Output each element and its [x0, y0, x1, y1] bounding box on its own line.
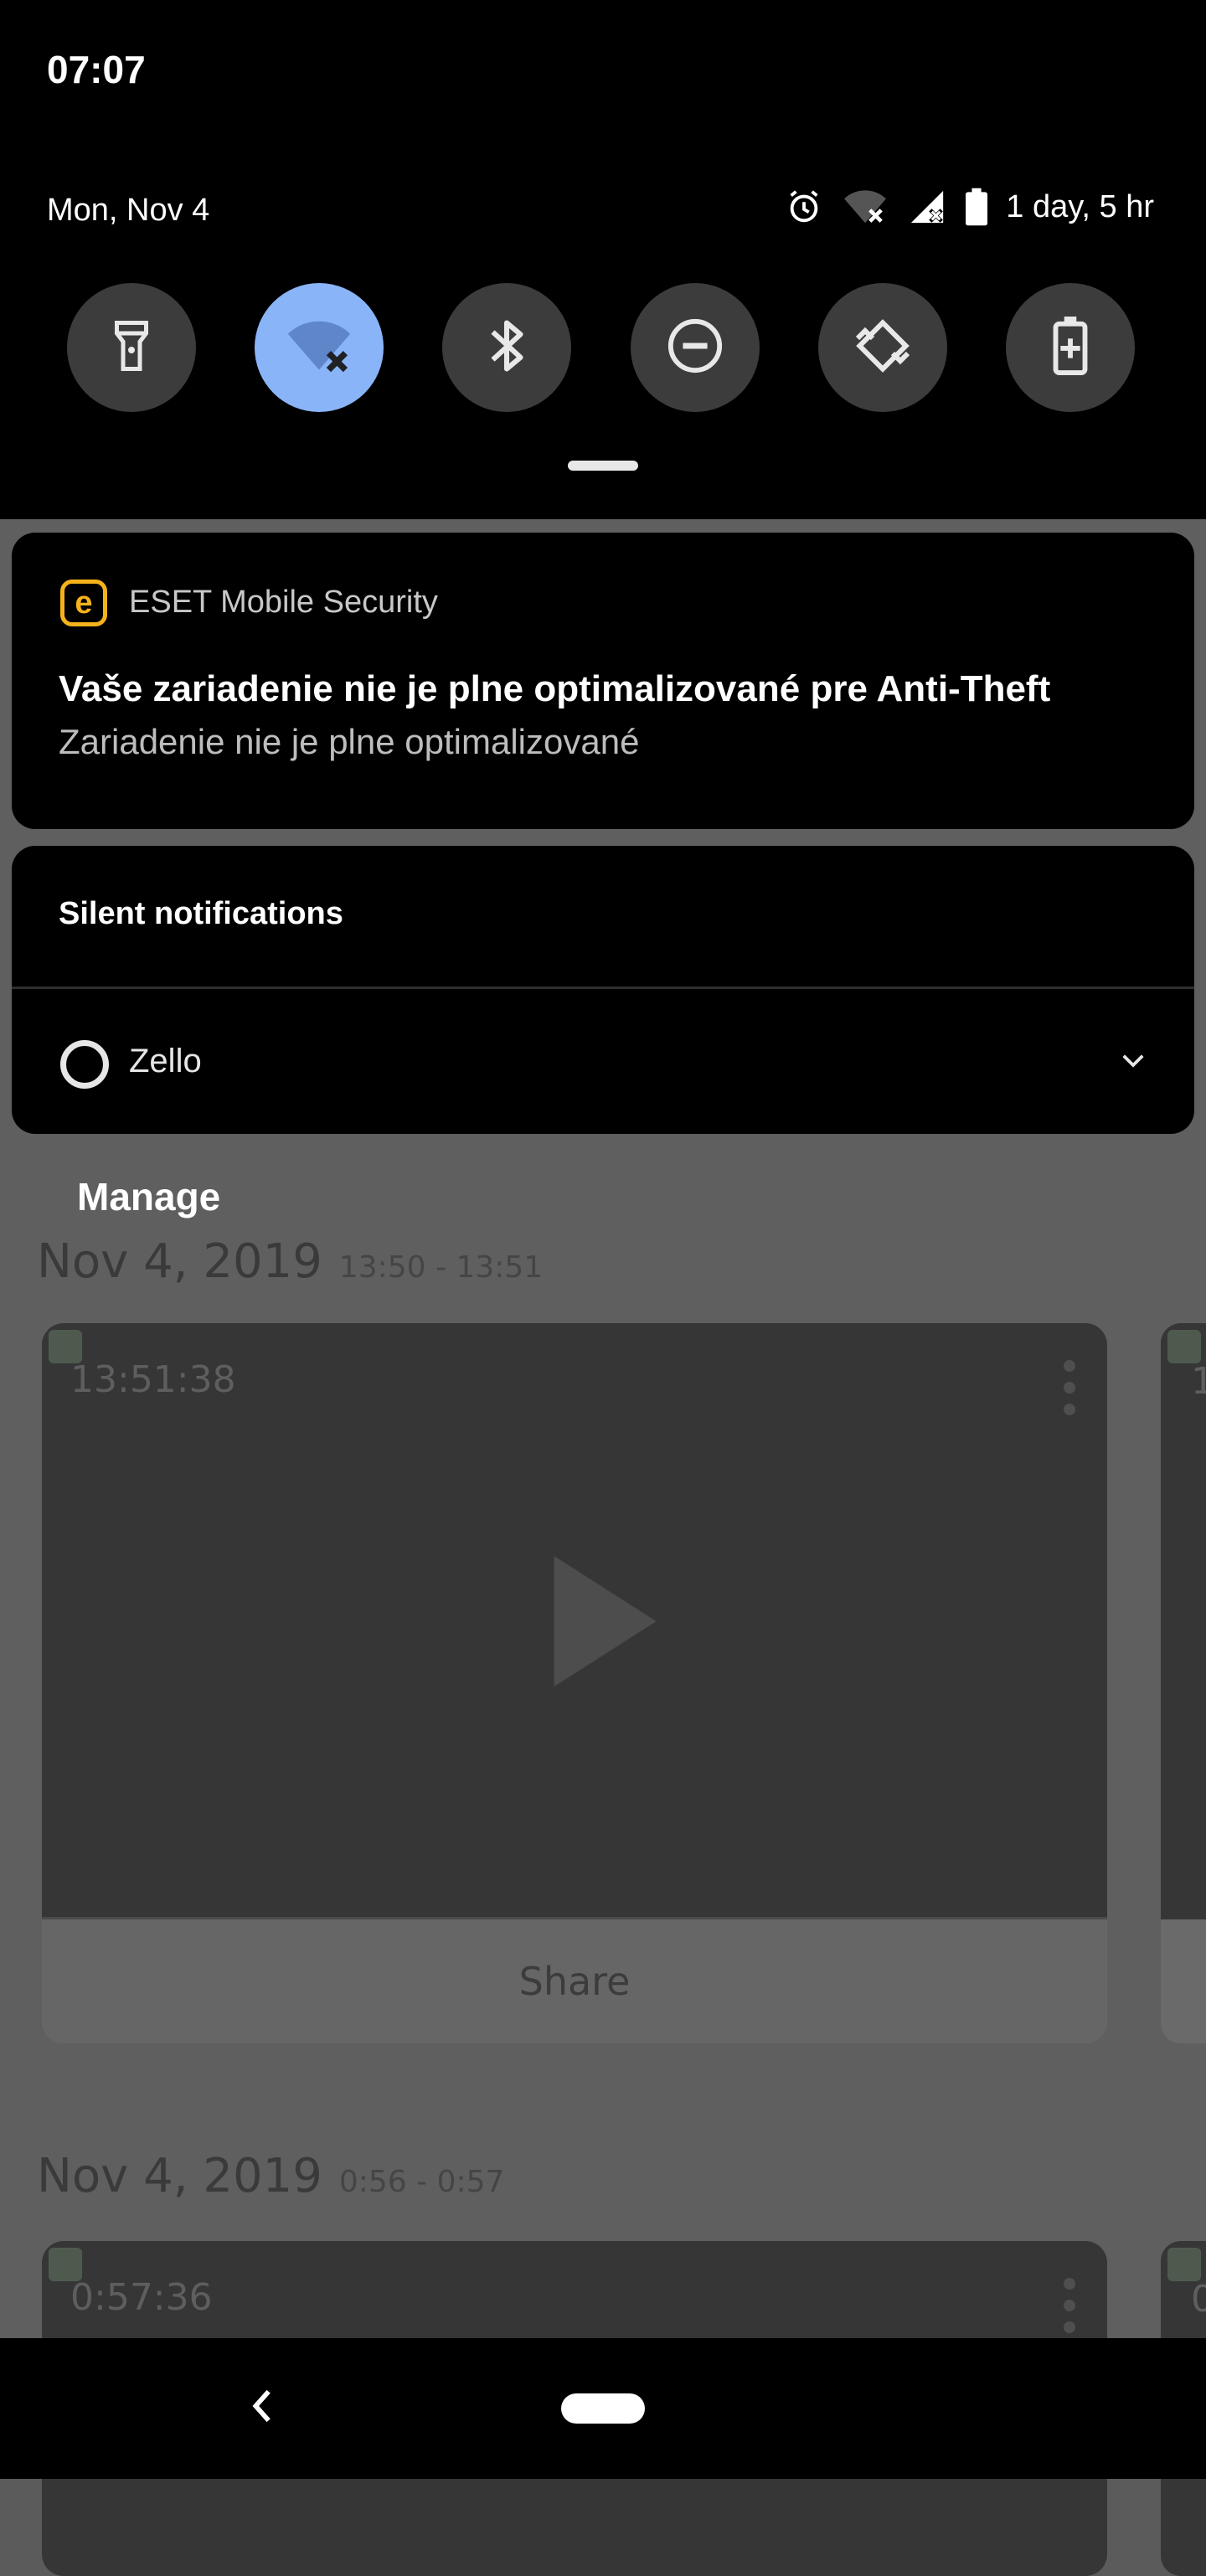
battery-saver-icon — [1052, 316, 1089, 379]
home-pill[interactable] — [561, 2393, 645, 2424]
wifi-off-icon — [286, 317, 353, 379]
alarm-icon — [785, 188, 823, 226]
silent-notifications-header: Silent notifications — [59, 896, 343, 931]
next-clip-card[interactable]: 13 — [1161, 1323, 1206, 2043]
more-options-icon[interactable] — [1064, 2278, 1075, 2333]
broken-image-icon — [1167, 2248, 1201, 2281]
dnd-icon — [666, 317, 724, 379]
group-date: Nov 4, 2019 0:56 - 0:57 — [37, 2149, 505, 2203]
notification-title: Vaše zariadenie nie je plne optimalizova… — [59, 668, 1051, 709]
play-icon[interactable] — [554, 1556, 657, 1687]
group-time-range: 13:50 - 13:51 — [338, 1250, 544, 1285]
manage-notifications-button[interactable]: Manage — [77, 1174, 220, 1219]
quick-settings-tiles — [67, 283, 1135, 412]
notification-app-name: Zello — [129, 1043, 202, 1079]
battery-text: 1 day, 5 hr — [1006, 188, 1154, 224]
clip-timestamp: 0 — [1191, 2278, 1206, 2321]
back-icon[interactable] — [248, 2387, 276, 2429]
date-label[interactable]: Mon, Nov 4 — [47, 193, 209, 229]
quick-settings-panel — [0, 0, 1206, 519]
wifi-off-icon — [842, 188, 889, 226]
bluetooth-icon — [486, 318, 528, 378]
zello-app-icon — [60, 1040, 109, 1089]
silent-notifications-group: Silent notifications Zello — [12, 846, 1194, 1134]
eset-notification[interactable]: e ESET Mobile Security Vaše zariadenie n… — [12, 533, 1194, 829]
status-icons: 1 day, 5 hr — [785, 188, 1154, 226]
quick-settings-panel-bottom — [12, 469, 1194, 519]
notification-app-name: ESET Mobile Security — [129, 585, 438, 620]
notification-text: Zariadenie nie je plne optimalizované — [59, 722, 640, 761]
clip-video[interactable]: 13:51:38 — [42, 1323, 1107, 1919]
group-time-range: 0:56 - 0:57 — [338, 2165, 505, 2199]
share-button[interactable]: Share — [42, 1917, 1107, 2043]
flashlight-icon — [111, 320, 152, 375]
eset-app-icon: e — [60, 580, 107, 626]
clock: 07:07 — [47, 48, 146, 91]
wifi-tile[interactable] — [255, 283, 384, 412]
group-date: Nov 4, 2019 13:50 - 13:51 — [37, 1234, 544, 1289]
more-options-icon[interactable] — [1064, 1360, 1075, 1415]
clip-timestamp: 13 — [1191, 1360, 1206, 1403]
battery-saver-tile[interactable] — [1005, 283, 1135, 412]
clip-timestamp: 0:57:36 — [70, 2276, 213, 2319]
zello-notification[interactable]: Zello — [12, 989, 1194, 1134]
clip-card[interactable]: 13:51:38 Share — [42, 1323, 1107, 2043]
clip-timestamp: 13:51:38 — [70, 1358, 236, 1401]
do-not-disturb-tile[interactable] — [630, 283, 760, 412]
auto-rotate-tile[interactable] — [817, 283, 947, 412]
rotate-icon — [853, 316, 913, 380]
flashlight-tile[interactable] — [67, 283, 196, 412]
cell-signal-icon — [907, 188, 947, 226]
navigation-bar — [0, 2338, 1206, 2479]
battery-icon — [966, 188, 988, 226]
expand-handle[interactable] — [568, 461, 638, 471]
broken-image-icon — [1167, 1330, 1201, 1363]
chevron-down-icon[interactable] — [1121, 1053, 1146, 1074]
bluetooth-tile[interactable] — [442, 283, 572, 412]
